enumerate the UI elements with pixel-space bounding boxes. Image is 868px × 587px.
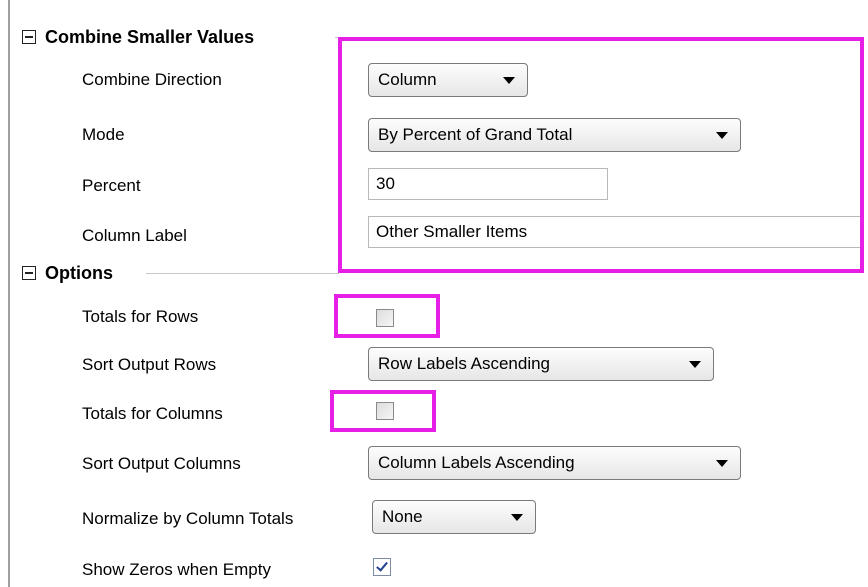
dropdown-arrow-icon [511,513,523,521]
normalize-label: Normalize by Column Totals [82,509,294,528]
mode-label: Mode [82,125,125,144]
section-options-title: Options [45,262,113,283]
sort-columns-value: Column Labels Ascending [378,453,575,472]
percent-label: Percent [82,176,141,195]
sort-rows-value: Row Labels Ascending [378,354,551,373]
section-combine-title: Combine Smaller Values [45,26,255,47]
sort-rows-label: Sort Output Rows [82,355,217,374]
highlight-box-combine [338,37,864,273]
column-label-label: Column Label [82,226,187,245]
dropdown-arrow-icon [716,459,728,467]
dropdown-arrow-icon [689,360,701,368]
sort-columns-dropdown[interactable]: Column Labels Ascending [368,446,741,480]
section-options-header[interactable]: Options [22,261,113,285]
collapse-icon[interactable] [22,30,36,44]
property-panel: Combine Smaller Values Combine Direction… [0,0,868,587]
totals-columns-label: Totals for Columns [82,404,223,423]
highlight-box-totals-rows [334,294,440,338]
show-zeros-checkbox[interactable] [373,558,391,576]
combine-direction-label: Combine Direction [82,70,222,89]
section-divider [146,273,339,274]
highlight-box-totals-columns [330,390,436,432]
normalize-dropdown[interactable]: None [372,500,536,534]
collapse-icon[interactable] [22,266,36,280]
sort-rows-dropdown[interactable]: Row Labels Ascending [368,347,714,381]
panel-left-border [8,0,10,587]
section-combine-header[interactable]: Combine Smaller Values [22,25,254,49]
sort-columns-label: Sort Output Columns [82,454,241,473]
normalize-value: None [382,507,423,526]
totals-rows-label: Totals for Rows [82,307,199,326]
show-zeros-label: Show Zeros when Empty [82,560,271,579]
